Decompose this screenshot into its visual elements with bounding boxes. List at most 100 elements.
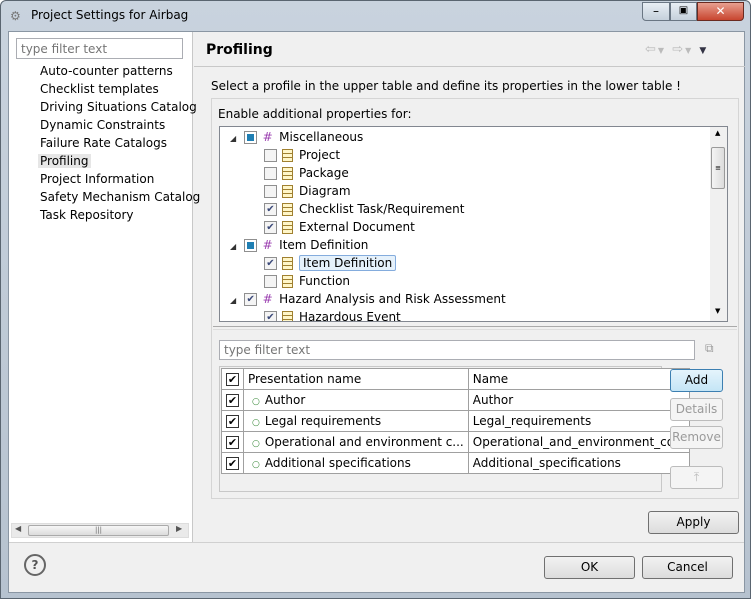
- tree-vertical-scrollbar[interactable]: ▲ ≡ ▼: [710, 127, 727, 321]
- category-icon: #: [262, 292, 273, 306]
- tree-item[interactable]: Project: [264, 146, 340, 164]
- tree-checkbox[interactable]: ✔: [264, 203, 277, 216]
- select-all-cell[interactable]: ✔: [221, 368, 244, 390]
- presentation-name-cell: Legal requirements: [264, 414, 382, 428]
- element-type-icon: [282, 149, 293, 162]
- property-filter-input[interactable]: [219, 340, 695, 360]
- tree-item-label: Miscellaneous: [279, 130, 364, 144]
- column-header-name[interactable]: Name: [467, 368, 691, 390]
- tree-checkbox[interactable]: ✔: [264, 311, 277, 321]
- tree-item[interactable]: ✔ Hazardous Event: [264, 308, 401, 322]
- presentation-name-cell: Author: [264, 393, 306, 407]
- move-top-button[interactable]: ⤒: [670, 466, 723, 489]
- sidebar-item[interactable]: Driving Situations Catalog: [40, 100, 197, 114]
- expand-toggle-icon[interactable]: ◢: [230, 134, 236, 143]
- tree-item[interactable]: Diagram: [264, 182, 351, 200]
- maximize-button[interactable]: ▣: [670, 2, 697, 21]
- tree-checkbox[interactable]: ✔: [264, 221, 277, 234]
- sidebar-item[interactable]: Dynamic Constraints: [40, 118, 165, 132]
- sidebar-item[interactable]: Profiling: [38, 154, 91, 168]
- element-type-icon: [282, 203, 293, 216]
- table-row[interactable]: ✔ ○ Author Author: [221, 389, 691, 411]
- tree-item-label: Package: [299, 166, 349, 180]
- column-header-presentation[interactable]: Presentation name: [243, 368, 469, 390]
- tree-item[interactable]: ◢ # Miscellaneous: [230, 128, 363, 146]
- add-button[interactable]: Add: [670, 369, 723, 392]
- apply-button[interactable]: Apply: [648, 511, 739, 534]
- view-menu-icon[interactable]: ▼: [699, 46, 708, 56]
- property-icon: ○: [252, 439, 260, 449]
- tree-checkbox[interactable]: ✔: [264, 257, 277, 270]
- tree-item[interactable]: ◢ ✔ # Hazard Analysis and Risk Assessment: [230, 290, 506, 308]
- table-row[interactable]: ✔ ○ Legal requirements Legal_requirements: [221, 410, 691, 432]
- remove-button[interactable]: Remove: [670, 426, 723, 449]
- tree-item-label: Hazard Analysis and Risk Assessment: [279, 292, 506, 306]
- tree-checkbox[interactable]: [244, 131, 258, 144]
- sidebar-item[interactable]: Safety Mechanism Catalog: [40, 190, 200, 204]
- tree-item[interactable]: ◢ # Item Definition: [230, 236, 368, 254]
- profile-group: Enable additional properties for: ◢ # Misc…: [211, 98, 739, 499]
- tree-item-label: Checklist Task/Requirement: [299, 202, 465, 216]
- element-type-icon: [282, 275, 293, 288]
- clear-filter-icon[interactable]: ⧉: [705, 341, 714, 356]
- dialog-window: ⚙ Project Settings for Airbag – ▣ ✕ Auto…: [0, 0, 751, 599]
- gear-icon: ⚙: [10, 9, 21, 23]
- tree-checkbox[interactable]: [264, 149, 277, 162]
- element-type-icon: [282, 257, 293, 270]
- tree-item-label: Diagram: [299, 184, 351, 198]
- page-title: Profiling: [206, 42, 273, 58]
- tree-item[interactable]: Function: [264, 272, 350, 290]
- category-icon: #: [262, 130, 273, 144]
- tree-item[interactable]: ✔ Checklist Task/Requirement: [264, 200, 464, 218]
- ok-button[interactable]: OK: [544, 556, 635, 579]
- sidebar-item[interactable]: Checklist templates: [40, 82, 159, 96]
- row-checkbox[interactable]: ✔: [226, 394, 239, 407]
- tree-item[interactable]: Package: [264, 164, 349, 182]
- sidebar-item[interactable]: Project Information: [40, 172, 154, 186]
- sidebar-item[interactable]: Task Repository: [40, 208, 134, 222]
- row-checkbox[interactable]: ✔: [226, 415, 239, 428]
- tree-checkbox[interactable]: [264, 167, 277, 180]
- select-all-checkbox[interactable]: ✔: [226, 373, 239, 386]
- details-button[interactable]: Details: [670, 398, 723, 421]
- forward-icon[interactable]: ⇨: [672, 42, 685, 57]
- sash[interactable]: [213, 326, 737, 330]
- sidebar-horizontal-scrollbar[interactable]: ◀ ||| ▶: [11, 523, 189, 538]
- page-description: Select a profile in the upper table and …: [211, 79, 681, 93]
- scrollbar-thumb[interactable]: |||: [28, 525, 169, 536]
- sidebar-filter-input[interactable]: [16, 38, 183, 59]
- property-table-container: ✔ Presentation name Name ✔ ○ Author Author ✔…: [219, 366, 691, 492]
- footer-divider: [9, 542, 744, 543]
- sidebar-item[interactable]: Failure Rate Catalogs: [40, 136, 167, 150]
- presentation-name-cell: Additional specifications: [264, 456, 411, 470]
- property-icon: ○: [252, 397, 260, 407]
- table-row[interactable]: ✔ ○ Additional specifications Additional_sp…: [221, 452, 691, 474]
- table-row[interactable]: ✔ ○ Operational and environment c... Operat…: [221, 431, 691, 453]
- sidebar: Auto-counter patterns Checklist templates…: [9, 32, 200, 542]
- tree-item[interactable]: ✔ Item Definition: [264, 254, 397, 272]
- minimize-button[interactable]: –: [642, 2, 670, 21]
- tree-checkbox[interactable]: [244, 239, 258, 252]
- row-checkbox[interactable]: ✔: [226, 436, 239, 449]
- expand-toggle-icon[interactable]: ◢: [230, 242, 236, 251]
- help-button[interactable]: ?: [24, 554, 46, 576]
- back-icon[interactable]: ⇦: [645, 42, 658, 57]
- cancel-button[interactable]: Cancel: [642, 556, 733, 579]
- tree-item-label: Item Definition: [299, 255, 397, 271]
- property-icon: ○: [252, 418, 260, 428]
- name-cell: Additional_specifications: [467, 452, 691, 474]
- tree-checkbox[interactable]: [264, 275, 277, 288]
- scrollbar-thumb[interactable]: ≡: [711, 147, 725, 189]
- back-menu-icon[interactable]: ▼: [658, 46, 666, 55]
- tree-item-label: Hazardous Event: [299, 310, 401, 322]
- row-checkbox[interactable]: ✔: [226, 457, 239, 470]
- sidebar-item[interactable]: Auto-counter patterns: [40, 64, 173, 78]
- tree-checkbox[interactable]: [264, 185, 277, 198]
- tree-item-label: External Document: [299, 220, 415, 234]
- forward-menu-icon[interactable]: ▼: [685, 46, 693, 55]
- tree-item[interactable]: ✔ External Document: [264, 218, 415, 236]
- expand-toggle-icon[interactable]: ◢: [230, 296, 236, 305]
- property-table: ✔ Presentation name Name ✔ ○ Author Author ✔…: [221, 368, 691, 474]
- tree-checkbox[interactable]: ✔: [244, 293, 258, 306]
- close-button[interactable]: ✕: [697, 2, 744, 21]
